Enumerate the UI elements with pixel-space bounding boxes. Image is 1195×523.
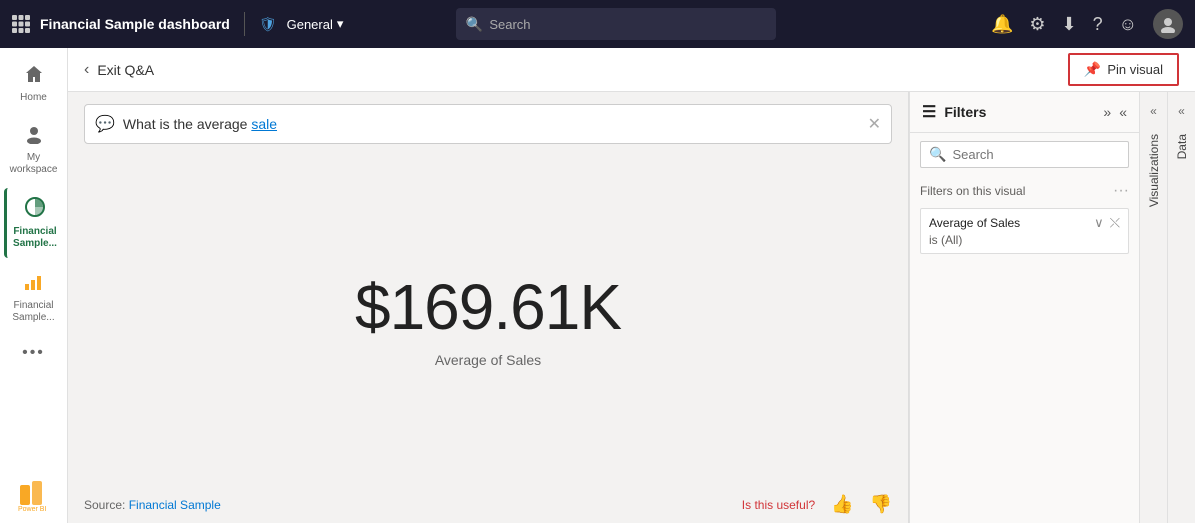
sub-toolbar: ‹ Exit Q&A 📌 Pin visual bbox=[68, 48, 1195, 92]
visualizations-label[interactable]: Visualizations bbox=[1147, 126, 1161, 215]
sidebar-footer: Power BI bbox=[16, 477, 52, 523]
qa-source-text: Source: Financial Sample bbox=[84, 498, 221, 512]
qa-query-text: What is the average sale bbox=[123, 116, 277, 132]
search-input[interactable] bbox=[489, 17, 766, 32]
sidebar-item-home-label: Home bbox=[20, 92, 47, 104]
filters-search-input[interactable] bbox=[952, 147, 1128, 162]
collapse-filters-icon[interactable]: « bbox=[1119, 104, 1127, 120]
filters-header-icons: » « bbox=[1103, 104, 1127, 120]
data-collapse-icon[interactable]: « bbox=[1174, 100, 1189, 122]
data-label[interactable]: Data bbox=[1175, 126, 1189, 167]
qa-source-footer: Source: Financial Sample Is this useful?… bbox=[68, 486, 908, 523]
qa-result-label: Average of Sales bbox=[435, 352, 541, 368]
general-section-selector[interactable]: General ▾ bbox=[287, 16, 344, 32]
source-link[interactable]: Financial Sample bbox=[129, 498, 221, 512]
exit-qa-button[interactable]: ‹ Exit Q&A bbox=[84, 61, 154, 79]
sidebar-item-home[interactable]: Home bbox=[4, 56, 64, 112]
chat-bubble-icon: 💬 bbox=[95, 114, 115, 134]
thumbs-up-icon[interactable]: 👍 bbox=[831, 494, 853, 515]
download-icon[interactable]: ⬇ bbox=[1062, 14, 1077, 35]
financial-report-icon bbox=[23, 270, 45, 298]
home-icon bbox=[24, 64, 44, 90]
sidebar-item-financial-2[interactable]: Financial Sample... bbox=[4, 262, 64, 332]
filter-clear-icon[interactable]: ⤬ bbox=[1110, 215, 1120, 231]
shield-icon: 🛡 bbox=[259, 16, 277, 33]
svg-text:Power BI: Power BI bbox=[18, 506, 46, 513]
right-panel-tabs: « Visualizations « Data bbox=[1139, 92, 1195, 523]
app-launcher-icon[interactable] bbox=[12, 15, 30, 33]
feedback-question: Is this useful? bbox=[742, 498, 815, 512]
app-title: Financial Sample dashboard bbox=[40, 16, 230, 32]
qa-input-bar[interactable]: 💬 What is the average sale ✕ bbox=[84, 104, 892, 144]
search-icon: 🔍 bbox=[466, 16, 483, 33]
thumbs-down-icon[interactable]: 👎 bbox=[870, 494, 892, 515]
data-panel-tab[interactable]: « Data bbox=[1167, 92, 1195, 523]
workspace-icon bbox=[24, 124, 44, 150]
clear-input-icon[interactable]: ✕ bbox=[868, 114, 881, 134]
filters-search-bar[interactable]: 🔍 bbox=[920, 141, 1129, 168]
general-label: General bbox=[287, 17, 333, 32]
pin-visual-label: Pin visual bbox=[1107, 62, 1163, 77]
pin-icon: 📌 bbox=[1084, 61, 1101, 78]
help-icon[interactable]: ? bbox=[1093, 14, 1103, 35]
sidebar-item-financial-2-label: Financial Sample... bbox=[8, 300, 60, 324]
qa-result-value: $169.61K bbox=[355, 270, 621, 344]
sidebar-item-workspace-label: My workspace bbox=[8, 152, 60, 176]
notifications-icon[interactable]: 🔔 bbox=[991, 14, 1013, 35]
back-arrow-icon: ‹ bbox=[84, 61, 89, 79]
sidebar-item-financial-1[interactable]: Financial Sample... bbox=[4, 188, 64, 258]
qa-value-display: $169.61K Average of Sales bbox=[68, 152, 908, 486]
source-prefix: Source: bbox=[84, 498, 125, 512]
filter-search-icon: 🔍 bbox=[929, 146, 946, 163]
filter-item-header: Average of Sales ∨ ⤬ bbox=[929, 215, 1120, 231]
filters-header: ☰ Filters » « bbox=[910, 92, 1139, 133]
sidebar: Home My workspace Financial Sample... bbox=[0, 48, 68, 523]
filters-section-title: Filters on this visual ··· bbox=[910, 176, 1139, 204]
filters-more-icon[interactable]: ··· bbox=[1113, 182, 1129, 200]
qa-underlined-word: sale bbox=[251, 116, 277, 132]
financial-dashboard-icon bbox=[24, 196, 46, 224]
filters-title: ☰ Filters bbox=[922, 102, 986, 122]
chevron-down-icon: ▾ bbox=[337, 16, 344, 32]
nav-icon-group: 🔔 ⚙ ⬇ ? ☺ bbox=[991, 9, 1183, 39]
visualizations-panel-tab[interactable]: « Visualizations bbox=[1139, 92, 1167, 523]
nav-divider bbox=[244, 12, 245, 36]
pin-visual-button[interactable]: 📌 Pin visual bbox=[1068, 53, 1179, 86]
content-area: ‹ Exit Q&A 📌 Pin visual 💬 What is the av… bbox=[68, 48, 1195, 523]
filter-icon: ☰ bbox=[922, 102, 936, 122]
sidebar-more-button[interactable]: ••• bbox=[14, 336, 53, 370]
sidebar-item-my-workspace[interactable]: My workspace bbox=[4, 116, 64, 184]
filters-section-label: Filters on this visual bbox=[920, 184, 1025, 198]
sidebar-item-financial-1-label: Financial Sample... bbox=[11, 226, 60, 250]
powerbi-logo: Power BI bbox=[16, 477, 52, 513]
top-navigation: Financial Sample dashboard 🛡 General ▾ 🔍… bbox=[0, 0, 1195, 48]
filter-item-value: is (All) bbox=[929, 233, 1120, 247]
main-layout: Home My workspace Financial Sample... bbox=[0, 48, 1195, 523]
filter-item-controls: ∨ ⤬ bbox=[1094, 215, 1120, 231]
qa-feedback: Is this useful? 👍 👎 bbox=[742, 494, 892, 515]
expand-filters-icon[interactable]: » bbox=[1103, 104, 1111, 120]
filter-item: Average of Sales ∨ ⤬ is (All) bbox=[920, 208, 1129, 254]
visualizations-collapse-icon[interactable]: « bbox=[1146, 100, 1161, 122]
exit-qa-label: Exit Q&A bbox=[97, 62, 154, 78]
settings-icon[interactable]: ⚙ bbox=[1029, 14, 1045, 35]
qa-area: 💬 What is the average sale ✕ $169.61K Av… bbox=[68, 92, 1195, 523]
avatar[interactable] bbox=[1153, 9, 1183, 39]
filters-label: Filters bbox=[944, 104, 986, 120]
filters-panel: ☰ Filters » « 🔍 Filters on this visual ·… bbox=[909, 92, 1139, 523]
qa-left-panel: 💬 What is the average sale ✕ $169.61K Av… bbox=[68, 92, 908, 523]
filter-item-name: Average of Sales bbox=[929, 216, 1020, 230]
global-search-bar[interactable]: 🔍 bbox=[456, 8, 776, 40]
filter-expand-icon[interactable]: ∨ bbox=[1094, 215, 1104, 231]
feedback-icon[interactable]: ☺ bbox=[1119, 14, 1137, 35]
